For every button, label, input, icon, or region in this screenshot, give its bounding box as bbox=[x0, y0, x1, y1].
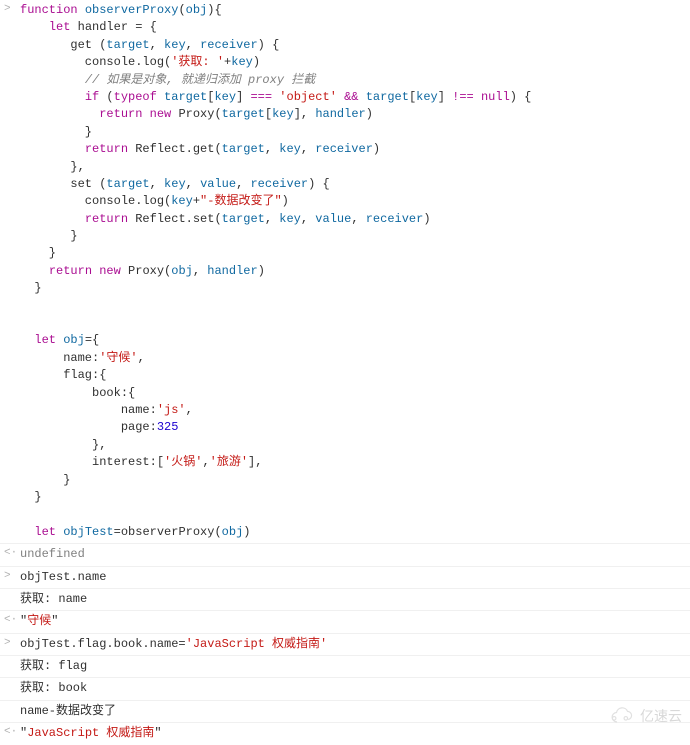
console-input: > objTest.flag.book.name='JavaScript 权威指南… bbox=[0, 634, 690, 656]
watermark: 亿速云 bbox=[606, 706, 682, 726]
console-input: > objTest.name bbox=[0, 567, 690, 589]
console-log: name-数据改变了 bbox=[0, 701, 690, 723]
input-marker: > bbox=[4, 569, 11, 585]
code-line: 获取: book bbox=[20, 680, 690, 697]
code-line: name-数据改变了 bbox=[20, 703, 690, 720]
code-line: objTest.flag.book.name='JavaScript 权威指南' bbox=[20, 636, 690, 653]
console-result: <·"JavaScript 权威指南" bbox=[0, 723, 690, 744]
console-result: <·"守候" bbox=[0, 611, 690, 633]
output-marker: <· bbox=[4, 546, 17, 562]
code-line: "守候" bbox=[20, 613, 690, 630]
output-marker: <· bbox=[4, 613, 17, 629]
code-line: 获取: flag bbox=[20, 658, 690, 675]
code-line: function observerProxy(obj){ let handler… bbox=[20, 2, 690, 541]
cloud-icon bbox=[606, 707, 634, 725]
console-log: 获取: name bbox=[0, 589, 690, 611]
input-marker: > bbox=[4, 2, 11, 18]
console-result: <·undefined bbox=[0, 544, 690, 566]
output-marker: <· bbox=[4, 725, 17, 741]
code-line: objTest.name bbox=[20, 569, 690, 586]
console-input: > function observerProxy(obj){ let handle… bbox=[0, 0, 690, 544]
console-log: 获取: flag bbox=[0, 656, 690, 678]
code-line: 获取: name bbox=[20, 591, 690, 608]
console-output: > function observerProxy(obj){ let handle… bbox=[0, 0, 690, 745]
console-log: 获取: book bbox=[0, 678, 690, 700]
watermark-text: 亿速云 bbox=[640, 706, 682, 726]
code-line: undefined bbox=[20, 546, 690, 563]
code-line: "JavaScript 权威指南" bbox=[20, 725, 690, 742]
input-marker: > bbox=[4, 636, 11, 652]
